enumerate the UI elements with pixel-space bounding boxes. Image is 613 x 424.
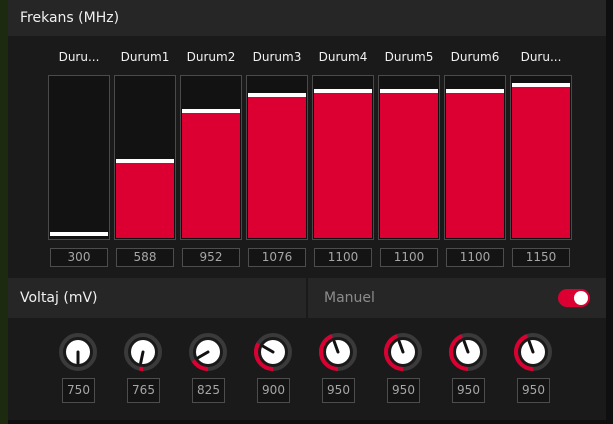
rotary-knob-icon <box>384 333 422 371</box>
frequency-slider[interactable] <box>312 75 374 240</box>
voltage-knob-4[interactable] <box>316 330 360 374</box>
frequency-value[interactable]: 1100 <box>446 248 504 267</box>
frequency-slider-handle[interactable] <box>116 159 174 163</box>
frequency-slider[interactable] <box>444 75 506 240</box>
frequency-slider[interactable] <box>48 75 110 240</box>
frequency-value[interactable]: 1100 <box>380 248 438 267</box>
frequency-slider-handle[interactable] <box>512 83 570 87</box>
frequency-fill <box>182 113 240 238</box>
state-label: Duru... <box>58 50 100 64</box>
voltage-value[interactable]: 950 <box>517 378 550 403</box>
frequency-slider-handle[interactable] <box>314 89 372 93</box>
voltage-value[interactable]: 750 <box>62 378 95 403</box>
frequency-slider[interactable] <box>180 75 242 240</box>
frequency-slider[interactable] <box>114 75 176 240</box>
voltage-knob-0[interactable] <box>56 330 100 374</box>
frequency-slider-handle[interactable] <box>446 89 504 93</box>
voltage-title: Voltaj (mV) <box>20 290 98 306</box>
state-label: Durum3 <box>252 50 302 64</box>
frequency-fill <box>380 93 438 238</box>
frequency-slider-handle[interactable] <box>50 232 108 236</box>
voltage-knob-3[interactable] <box>251 330 295 374</box>
frequency-value[interactable]: 1100 <box>314 248 372 267</box>
frequency-value[interactable]: 300 <box>50 248 108 267</box>
state-label: Durum6 <box>450 50 500 64</box>
frequency-header: Frekans (MHz) <box>8 0 606 36</box>
voltage-knob-5[interactable] <box>381 330 425 374</box>
frequency-value[interactable]: 588 <box>116 248 174 267</box>
frequency-fill <box>116 163 174 238</box>
rotary-knob-icon <box>189 333 227 371</box>
state-label: Durum4 <box>318 50 368 64</box>
voltage-header: Voltaj (mV) <box>8 278 306 318</box>
frequency-slider-handle[interactable] <box>182 109 240 113</box>
rotary-knob-icon <box>124 333 162 371</box>
window-edge <box>0 0 8 424</box>
manual-label: Manuel <box>324 290 375 306</box>
rotary-knob-icon <box>319 333 357 371</box>
voltage-value[interactable]: 825 <box>192 378 225 403</box>
voltage-value[interactable]: 950 <box>452 378 485 403</box>
state-label: Durum1 <box>120 50 170 64</box>
rotary-knob-icon <box>449 333 487 371</box>
frequency-slider[interactable] <box>246 75 308 240</box>
voltage-value[interactable]: 900 <box>257 378 290 403</box>
rotary-knob-icon <box>254 333 292 371</box>
frequency-fill <box>248 97 306 238</box>
voltage-value[interactable]: 950 <box>387 378 420 403</box>
frequency-value[interactable]: 1076 <box>248 248 306 267</box>
frequency-title: Frekans (MHz) <box>20 10 120 26</box>
state-label: Durum2 <box>186 50 236 64</box>
state-label: Duru... <box>520 50 562 64</box>
voltage-knob-7[interactable] <box>511 330 555 374</box>
voltage-value[interactable]: 765 <box>127 378 160 403</box>
rotary-knob-icon <box>514 333 552 371</box>
frequency-value[interactable]: 952 <box>182 248 240 267</box>
state-label: Durum5 <box>384 50 434 64</box>
frequency-slider[interactable] <box>378 75 440 240</box>
frequency-slider-handle[interactable] <box>380 89 438 93</box>
frequency-slider[interactable] <box>510 75 572 240</box>
frequency-fill <box>512 87 570 238</box>
voltage-knob-1[interactable] <box>121 330 165 374</box>
frequency-fill <box>446 93 504 238</box>
rotary-knob-icon <box>59 333 97 371</box>
voltage-knob-2[interactable] <box>186 330 230 374</box>
voltage-value[interactable]: 950 <box>322 378 355 403</box>
voltage-knob-6[interactable] <box>446 330 490 374</box>
manual-voltage-toggle[interactable] <box>558 289 590 307</box>
toggle-knob <box>574 291 588 305</box>
frequency-slider-handle[interactable] <box>248 93 306 97</box>
frequency-value[interactable]: 1150 <box>512 248 570 267</box>
frequency-fill <box>314 93 372 238</box>
